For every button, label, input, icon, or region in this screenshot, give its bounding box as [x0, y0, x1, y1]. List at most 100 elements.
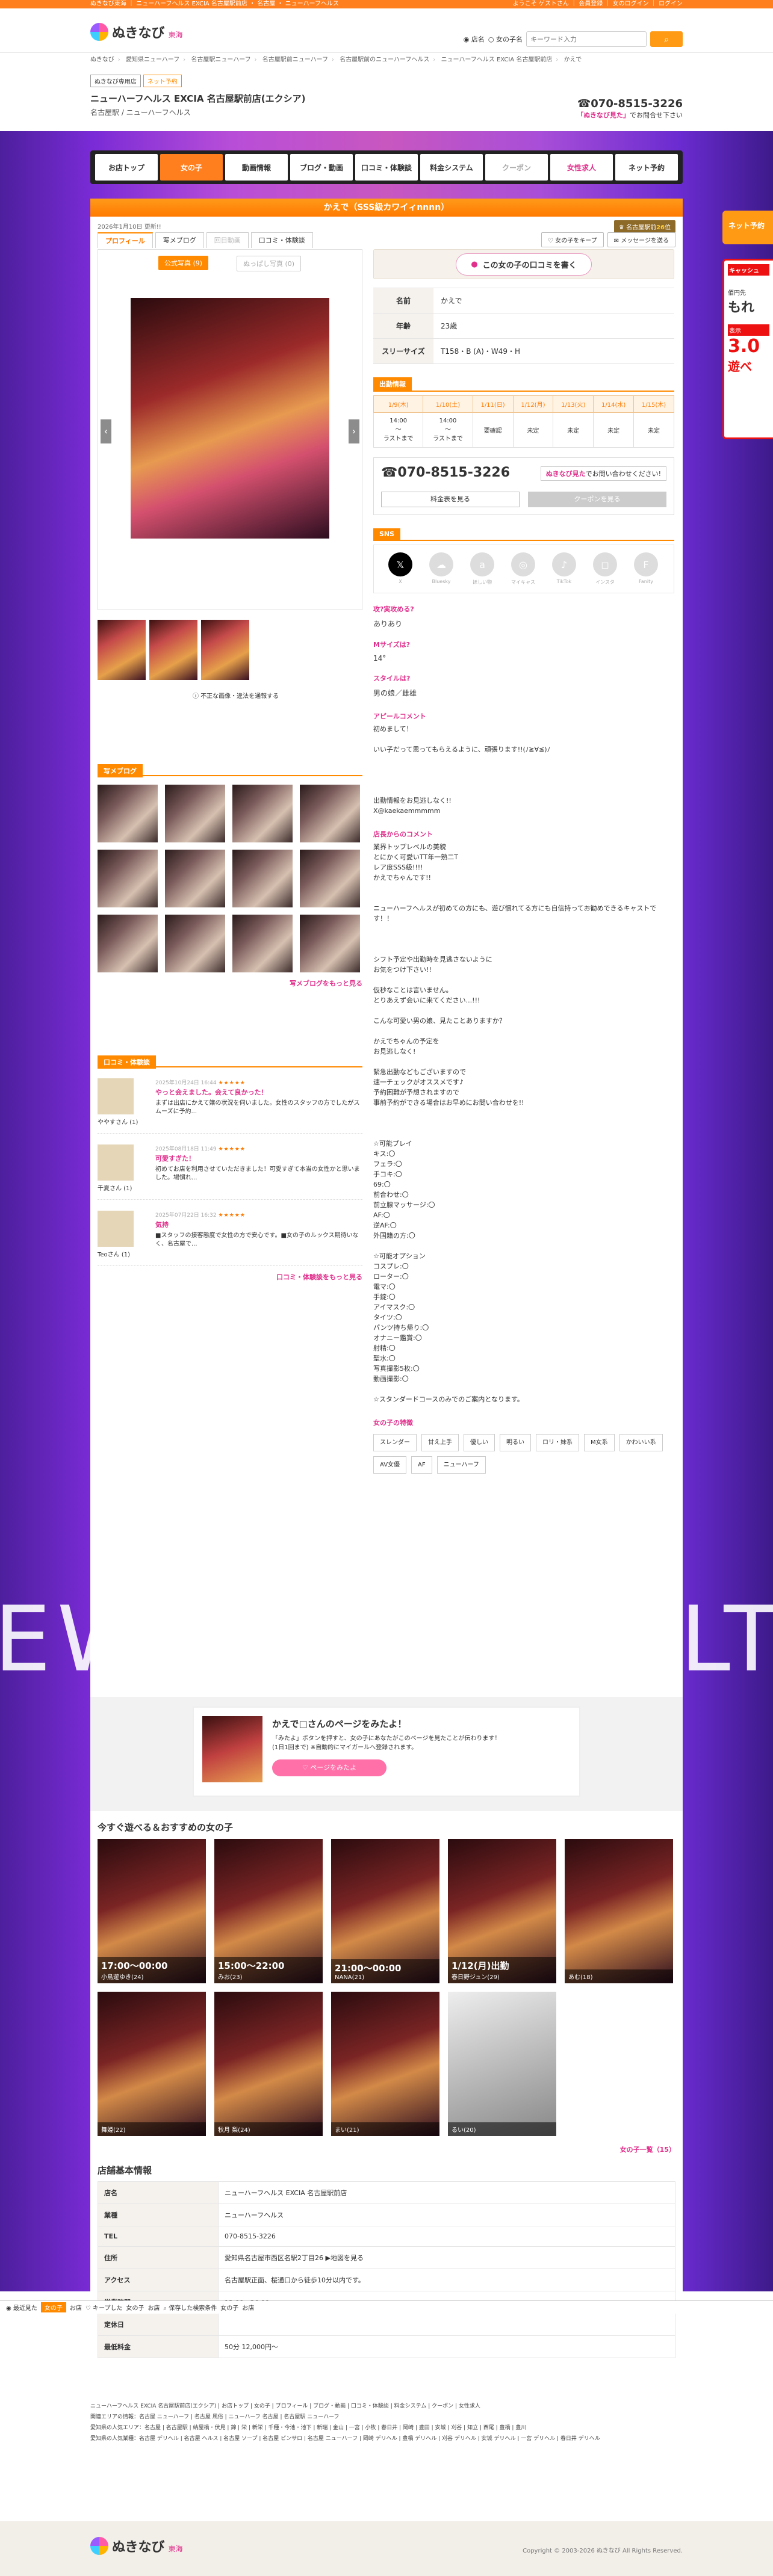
feature-tag[interactable]: ロリ・妹系: [536, 1434, 579, 1451]
history-keep[interactable]: ♡ キープした: [85, 2303, 123, 2312]
prev-photo-button[interactable]: ‹: [101, 419, 111, 443]
photo-thumbnail[interactable]: [201, 620, 249, 680]
footer-link-row[interactable]: 関連エリアの情報：名古屋 ニューハーフ | 名古屋 風俗 | ニューハーフ 名古…: [90, 2412, 683, 2423]
radio-girl[interactable]: ○ 女の子名: [488, 34, 523, 44]
nav-coupon[interactable]: クーポン: [485, 154, 548, 181]
recommend-card[interactable]: 15:00〜22:00 みお(23): [214, 1839, 323, 1983]
reviews-more-link[interactable]: 口コミ・体験談をもっと見る: [98, 1272, 362, 1282]
footer-link-row[interactable]: 愛知県の人気エリア：名古屋 | 名古屋駅 | 納屋橋・伏見 | 錦 | 栄 | …: [90, 2423, 683, 2433]
search-input[interactable]: [526, 31, 647, 47]
tab-reviews[interactable]: 口コミ・体験談: [250, 232, 313, 248]
nav-video[interactable]: 動画情報: [225, 154, 288, 181]
tab-video[interactable]: 回目動画: [206, 232, 249, 248]
history-saved-search[interactable]: ⌕ 保存した検索条件: [163, 2303, 217, 2312]
sns-bluesky[interactable]: ☁ Bluesky: [429, 552, 453, 585]
send-message-button[interactable]: ✉ メッセージを送る: [607, 232, 675, 247]
sns-tiktok[interactable]: ♪ TikTok: [552, 552, 576, 585]
blog-photo[interactable]: [98, 850, 158, 907]
feature-tag[interactable]: AF: [411, 1456, 432, 1474]
price-button[interactable]: 料金表を見る: [381, 492, 520, 507]
breadcrumb-item[interactable]: 愛知県ニューハーフ: [126, 57, 179, 63]
history-recent[interactable]: ◉ 最近見た: [6, 2303, 37, 2312]
official-photo-tab[interactable]: 公式写真 (9): [158, 256, 209, 270]
feature-tag[interactable]: 明るい: [500, 1434, 531, 1451]
recommend-card[interactable]: 21:00〜00:00 NANA(21): [331, 1839, 439, 1983]
sns-x[interactable]: 𝕏X: [388, 552, 412, 585]
feature-tag[interactable]: ニューハーフ: [436, 1456, 486, 1474]
side-cashback-banner[interactable]: キャッシュ 佰円先 もれ 表示 3.0 遊べ: [722, 259, 773, 439]
breadcrumb-item[interactable]: 名古屋駅前のニューハーフヘルス: [340, 57, 429, 63]
nav-blog[interactable]: ブログ・動画: [290, 154, 353, 181]
main-photo[interactable]: [131, 298, 329, 539]
blog-photo[interactable]: [300, 785, 360, 842]
keep-girls-tab[interactable]: 女の子: [126, 2303, 144, 2312]
recommend-card[interactable]: るい(20): [448, 1992, 556, 2136]
blog-photo[interactable]: [300, 915, 360, 972]
search-button[interactable]: ⌕: [650, 31, 683, 47]
footer-logo[interactable]: ぬきなび 東海: [90, 2537, 183, 2555]
next-photo-button[interactable]: ›: [349, 419, 359, 443]
keep-girl-button[interactable]: ♡ 女の子をキープ: [541, 232, 604, 247]
footer-link-row[interactable]: 愛知県の人気業種：名古屋 デリヘル | 名古屋 ヘルス | 名古屋 ソープ | …: [90, 2433, 683, 2444]
blog-photo[interactable]: [165, 915, 225, 972]
photo-thumbnail[interactable]: [149, 620, 197, 680]
blog-photo[interactable]: [98, 915, 158, 972]
photo-thumbnail[interactable]: [98, 620, 146, 680]
blog-photo[interactable]: [232, 915, 293, 972]
recommend-card[interactable]: 舞姫(22): [98, 1992, 206, 2136]
blog-more-link[interactable]: 写メブログをもっと見る: [98, 978, 362, 988]
info-value[interactable]: ニューハーフヘルス EXCIA 名古屋駅前店: [218, 2181, 675, 2204]
side-net-reserve-button[interactable]: ネット予約: [722, 211, 773, 244]
sns-wishlist[interactable]: a ほしい物: [470, 552, 494, 585]
recommend-card[interactable]: あむ(18): [565, 1839, 673, 1983]
sns-instagram[interactable]: ◻ インスタ: [593, 552, 617, 585]
nav-net-reserve[interactable]: ネット予約: [615, 154, 678, 181]
breadcrumb-item[interactable]: ぬきなび: [90, 57, 114, 63]
review-item[interactable]: Teoさん (1) 2025年07月22日 16:32 ★★★★★ 気持 ■スタッフの…: [98, 1206, 362, 1266]
review-item[interactable]: 千夏さん (1) 2025年08月18日 11:49 ★★★★★ 可愛すぎた！ 初めて…: [98, 1140, 362, 1200]
top-bar-account-links[interactable]: ようこそ ゲストさん ｜ 会員登録 ｜ 女のログイン ｜ ログイン: [513, 0, 683, 8]
girl-list-link[interactable]: 女の子一覧（15）: [620, 2145, 675, 2154]
feature-tag[interactable]: かわいい系: [619, 1434, 663, 1451]
write-review-button[interactable]: ● この女の子の口コミを書く: [456, 253, 592, 276]
blog-photo[interactable]: [98, 785, 158, 842]
keep-shops-tab[interactable]: お店: [147, 2303, 160, 2312]
coupon-button[interactable]: クーポンを見る: [528, 492, 666, 507]
nav-reviews[interactable]: 口コミ・体験談: [355, 154, 418, 181]
nav-girls[interactable]: 女の子: [160, 154, 223, 181]
snapshot-photo-tab[interactable]: ぬっぱし写真 (0): [237, 256, 302, 271]
feature-tag[interactable]: 甘え上手: [421, 1434, 459, 1451]
shop-tel[interactable]: ☎070-8515-3226 「ぬきなび見た」でお問合せ下さい: [577, 97, 683, 120]
history-shops-tab[interactable]: お店: [70, 2303, 82, 2312]
blog-photo[interactable]: [232, 785, 293, 842]
nav-recruit[interactable]: 女性求人: [550, 154, 613, 181]
feature-tag[interactable]: 優しい: [464, 1434, 495, 1451]
review-item[interactable]: ややすさん (1) 2025年10月24日 16:44 ★★★★★ やっと会えました…: [98, 1073, 362, 1134]
nav-shop-top[interactable]: お店トップ: [95, 154, 158, 181]
breadcrumb-item[interactable]: 名古屋駅ニューハーフ: [191, 57, 250, 63]
saved-shops-tab[interactable]: お店: [242, 2303, 254, 2312]
feature-tag[interactable]: M女系: [584, 1434, 615, 1451]
recommend-card[interactable]: まい(21): [331, 1992, 439, 2136]
sns-fanity[interactable]: F Fanity: [634, 552, 658, 585]
feature-tag[interactable]: AV女優: [373, 1456, 407, 1474]
site-logo[interactable]: ぬきなび 東海: [90, 23, 183, 41]
nav-price[interactable]: 料金システム: [420, 154, 483, 181]
saved-girls-tab[interactable]: 女の子: [220, 2303, 238, 2312]
info-value[interactable]: 愛知県名古屋市西区名駅2丁目26 ▶地図を見る: [218, 2246, 675, 2269]
sns-twitcasting[interactable]: ◎ マイキャス: [511, 552, 535, 585]
blog-photo[interactable]: [165, 850, 225, 907]
breadcrumb-item[interactable]: ニューハーフヘルス EXCIA 名古屋駅前店: [441, 57, 553, 63]
blog-photo[interactable]: [232, 850, 293, 907]
recommend-card[interactable]: 17:00〜00:00 小鳥遊ゆき(24): [98, 1839, 206, 1983]
rank-badge[interactable]: ♛ 名古屋駅前26位: [613, 220, 675, 233]
recommend-card[interactable]: 秋月 梨(24): [214, 1992, 323, 2136]
recommend-card[interactable]: 1/12(月)出勤 春日野ジュン(29): [448, 1839, 556, 1983]
blog-photo[interactable]: [300, 850, 360, 907]
footer-link-row[interactable]: ニューハーフヘルス EXCIA 名古屋駅前店(エクシア) | お店トップ | 女…: [90, 2401, 683, 2412]
feature-tag[interactable]: スレンダー: [373, 1434, 417, 1451]
mitayo-button[interactable]: ♡ ページをみたよ: [272, 1759, 386, 1776]
blog-photo[interactable]: [165, 785, 225, 842]
info-value[interactable]: 070-8515-3226: [218, 2226, 675, 2247]
tab-blog[interactable]: 写メブログ: [155, 232, 204, 248]
